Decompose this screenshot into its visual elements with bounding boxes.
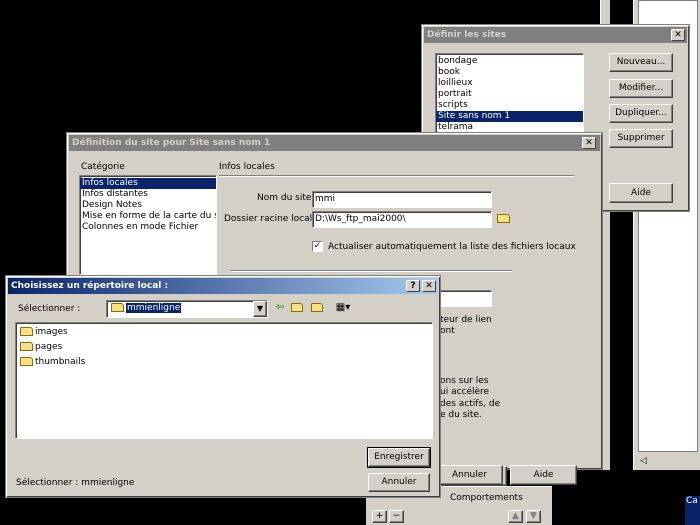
remove-behavior-button[interactable]: − xyxy=(389,510,404,523)
folder-name: pages xyxy=(35,342,63,352)
site-list-item[interactable]: portrait xyxy=(436,89,583,100)
site-list-item[interactable]: Site sans nom 1 xyxy=(436,111,583,122)
look-in-value: mmienligne xyxy=(126,303,182,313)
choose-directory-title: Choisissez un répertoire local : xyxy=(11,281,169,291)
delete-site-button[interactable]: Supprimer xyxy=(609,129,673,148)
section-divider xyxy=(219,175,574,177)
category-list-item[interactable]: Colonnes en mode Fichier xyxy=(80,222,216,233)
new-site-button[interactable]: Nouveau... xyxy=(609,53,673,72)
choose-directory-cancel-button[interactable]: Annuler xyxy=(368,473,430,492)
minus-icon: − xyxy=(392,511,401,521)
partial-text-3: ons sur les xyxy=(440,376,489,386)
open-folder-icon xyxy=(111,303,124,312)
define-sites-title: Définir les sites xyxy=(427,30,507,40)
choose-directory-dialog: Choisissez un répertoire local : ? ✕ Sél… xyxy=(5,275,441,498)
edit-site-button[interactable]: Modifier... xyxy=(609,79,673,98)
choose-directory-titlebar[interactable]: Choisissez un répertoire local : xyxy=(8,278,438,294)
delete-site-label: Supprimer xyxy=(617,133,665,143)
category-list-item[interactable]: Design Notes xyxy=(80,200,216,211)
checkmark-icon: ✓ xyxy=(313,241,322,251)
tab-label: Ca xyxy=(686,496,698,506)
close-icon: ✕ xyxy=(674,30,682,40)
folder-list-item[interactable]: thumbnails xyxy=(18,355,432,370)
partial-text-4: ui accélère xyxy=(440,387,490,397)
define-sites-help-button[interactable]: Aide xyxy=(609,183,673,203)
site-definition-title: Définition du site pour Site sans nom 1 xyxy=(72,138,271,148)
folder-name: images xyxy=(35,327,68,337)
move-down-button[interactable]: ▼ xyxy=(526,510,541,523)
choose-directory-close-button[interactable]: ✕ xyxy=(422,280,436,292)
site-definition-cancel-button-face[interactable]: Annuler xyxy=(436,465,503,485)
category-list-item[interactable]: Mise en forme de la carte du site xyxy=(80,211,216,222)
help-icon: ? xyxy=(410,281,416,291)
folder-icon xyxy=(20,327,33,336)
site-definition-help-button[interactable]: Aide xyxy=(510,465,577,485)
root-folder-label: Dossier racine local : xyxy=(224,214,319,224)
up-folder-icon[interactable] xyxy=(290,301,306,316)
folder-list-item[interactable]: pages xyxy=(18,340,432,355)
side-tab-panel[interactable]: Ca xyxy=(685,496,700,525)
auto-refresh-label: Actualiser automatiquement la liste des … xyxy=(328,242,576,252)
close-icon: ✕ xyxy=(425,281,433,291)
category-list[interactable]: Infos locales Infos distantes Design Notes… xyxy=(79,175,217,275)
look-in-select[interactable]: mmienligne ▼ xyxy=(106,300,268,318)
save-button[interactable]: Enregistrer xyxy=(367,447,431,468)
folder-list[interactable]: images pages thumbnails xyxy=(15,322,433,439)
help-button[interactable]: ? xyxy=(406,280,420,292)
scroll-left-icon[interactable]: ◁ xyxy=(640,456,647,466)
folder-list-item[interactable]: images xyxy=(18,325,432,340)
close-icon: ✕ xyxy=(585,138,593,148)
selection-status: Sélectionner : mmienligne xyxy=(16,478,135,488)
site-list-item[interactable]: loillieux xyxy=(436,78,583,89)
auto-refresh-checkbox[interactable]: ✓ xyxy=(312,241,323,252)
define-sites-titlebar[interactable]: Définir les sites xyxy=(424,27,687,43)
duplicate-site-label: Dupliquer... xyxy=(615,108,667,118)
category-list-item[interactable]: Infos distantes xyxy=(80,189,216,200)
look-in-label: Sélectionner : xyxy=(18,304,81,314)
folder-name: thumbnails xyxy=(35,357,86,367)
site-list-item[interactable]: book xyxy=(436,67,583,78)
back-arrow-icon[interactable]: ⇦ xyxy=(272,301,288,316)
save-label: Enregistrer xyxy=(374,452,424,462)
define-sites-help-label: Aide xyxy=(631,188,651,198)
new-folder-icon[interactable] xyxy=(310,301,326,316)
browse-folder-button[interactable] xyxy=(497,214,512,224)
section-title: Infos locales xyxy=(219,162,275,172)
duplicate-site-button[interactable]: Dupliquer... xyxy=(609,104,673,123)
help-label: Aide xyxy=(533,470,554,480)
plus-icon: + xyxy=(375,511,384,521)
partial-text-6: e du site. xyxy=(440,410,482,420)
cache-divider xyxy=(230,270,512,272)
site-name-input[interactable]: mmi xyxy=(312,191,492,208)
view-menu-icon[interactable]: ▦▾ xyxy=(332,301,354,316)
edit-site-label: Modifier... xyxy=(618,83,664,93)
category-label: Catégorie xyxy=(81,162,125,172)
move-up-button[interactable]: ▲ xyxy=(508,510,523,523)
site-definition-titlebar[interactable]: Définition du site pour Site sans nom 1 xyxy=(69,135,600,151)
folder-icon xyxy=(20,357,33,366)
root-folder-input[interactable]: D:\Ws_ftp_mai2000\ xyxy=(312,211,492,228)
behaviors-label: Comportements xyxy=(450,493,523,503)
cancel-label: Annuler xyxy=(451,470,487,480)
define-sites-close-button[interactable]: ✕ xyxy=(671,29,685,41)
site-definition-close-button[interactable]: ✕ xyxy=(582,137,596,149)
site-list-item[interactable]: scripts xyxy=(436,100,583,111)
site-name-label: Nom du site : xyxy=(257,193,318,203)
folder-icon xyxy=(497,214,510,223)
cancel-label: Annuler xyxy=(381,477,417,487)
site-list-item[interactable]: bondage xyxy=(436,56,583,67)
new-site-label: Nouveau... xyxy=(616,57,666,67)
partial-text-1: teur de lien xyxy=(440,315,492,325)
category-list-item[interactable]: Infos locales xyxy=(80,178,216,189)
http-address-input[interactable] xyxy=(437,290,492,307)
add-behavior-button[interactable]: + xyxy=(372,510,387,523)
folder-icon xyxy=(20,342,33,351)
partial-text-2: ont xyxy=(440,326,455,336)
partial-text-5: des actifs, de xyxy=(440,399,501,409)
chevron-down-icon[interactable]: ▼ xyxy=(253,301,267,317)
